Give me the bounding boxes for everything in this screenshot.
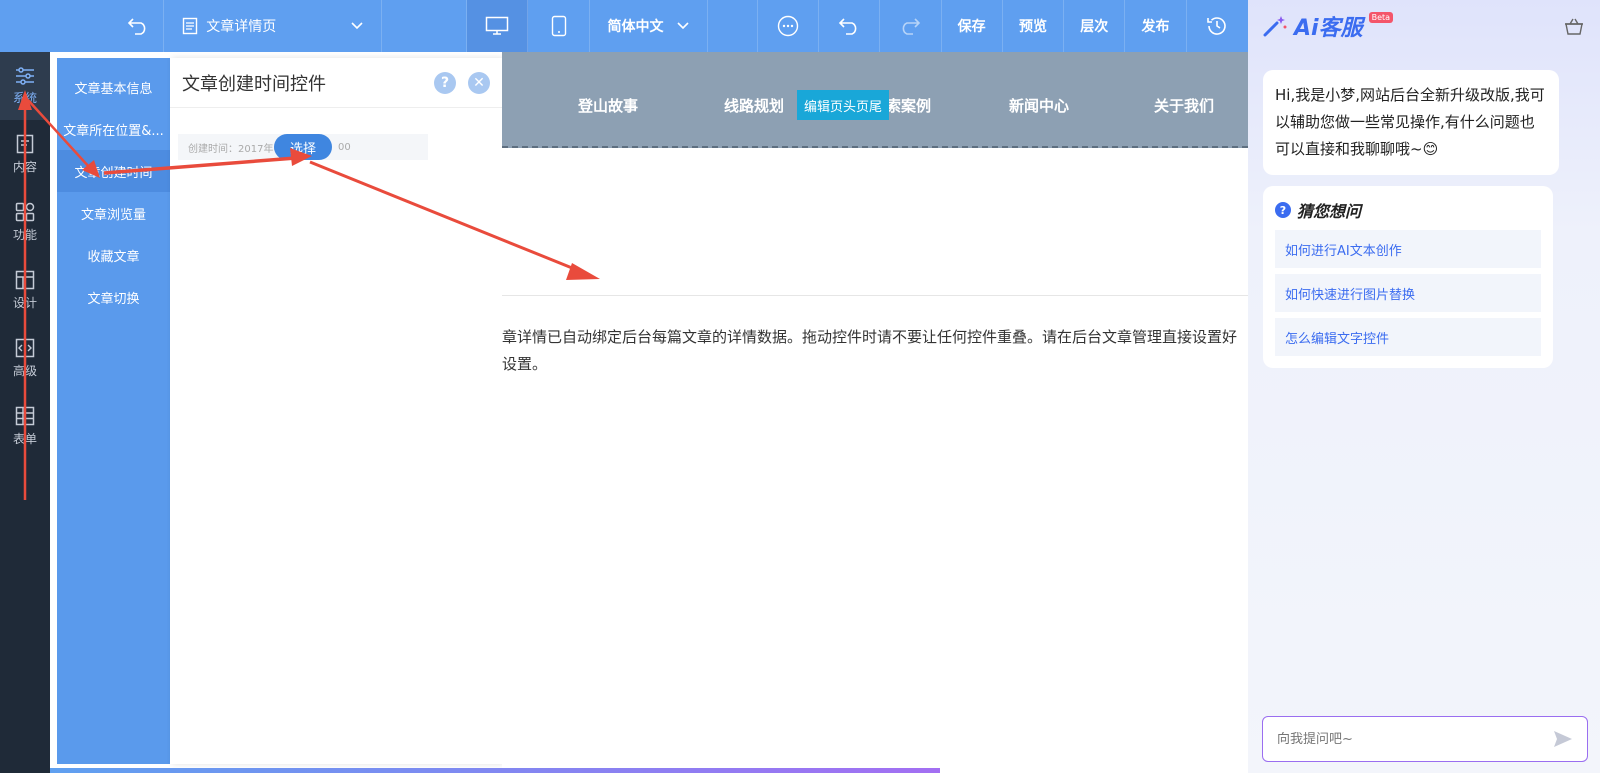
select-button[interactable]: 选择	[274, 134, 332, 160]
control-panel: 文章创建时间控件 ? ✕ 创建时间：2017年0 00 选择	[170, 58, 502, 764]
rail-item-function[interactable]: 功能	[0, 188, 50, 256]
submenu-item-views[interactable]: 文章浏览量	[57, 192, 170, 234]
submenu-item-create-time[interactable]: 文章创建时间	[57, 150, 170, 192]
nav-item[interactable]: 索案例	[886, 95, 931, 116]
chevron-down-icon	[677, 22, 690, 30]
rail-item-system[interactable]: 系统	[0, 52, 50, 120]
code-icon	[15, 338, 35, 357]
nav-item[interactable]: 登山故事	[578, 95, 638, 116]
desktop-view-button[interactable]	[467, 0, 529, 52]
rail-item-form[interactable]: 表单	[0, 392, 50, 460]
tablet-icon	[551, 15, 566, 37]
basket-icon[interactable]	[1564, 17, 1584, 35]
question-icon: ?	[1275, 202, 1291, 218]
rail-label: 系统	[12, 90, 37, 105]
form-icon	[15, 406, 35, 425]
page-icon	[183, 17, 198, 35]
redo-button[interactable]	[880, 0, 942, 52]
nav-item[interactable]: 线路规划	[724, 95, 784, 116]
page-name: 文章详情页	[206, 19, 277, 35]
more-icon	[777, 15, 799, 37]
language-label: 简体中文	[607, 19, 664, 35]
preview-button[interactable]: 预览	[1003, 0, 1065, 52]
mobile-view-button[interactable]	[528, 0, 590, 52]
document-icon	[16, 134, 34, 153]
rail-item-advanced[interactable]: 高级	[0, 324, 50, 392]
ai-assistant-panel: Ai客服 Beta Hi,我是小梦,网站后台全新升级改版,我可以辅助您做一些常见…	[1248, 0, 1600, 773]
grid-icon	[15, 202, 35, 221]
ai-question-input[interactable]	[1277, 731, 1527, 747]
submenu-item-location[interactable]: 文章所在位置&...	[57, 108, 170, 150]
toolbar-spacer	[708, 0, 758, 52]
help-icon[interactable]: ?	[434, 71, 456, 94]
site-navigation[interactable]: 登山故事 线路规划 索案例 新闻中心 关于我们 编辑页头页尾	[502, 52, 1248, 148]
ai-logo: Ai客服 Beta	[1262, 10, 1394, 42]
top-toolbar: 文章详情页 简体中文 保存 预览 层次 发布	[0, 0, 1248, 52]
rail-label: 表单	[12, 431, 37, 446]
content-divider	[502, 295, 1248, 296]
layout-icon	[15, 270, 35, 289]
field-tail: 00	[338, 141, 351, 153]
page-selector[interactable]: 文章详情页	[164, 0, 383, 52]
ai-header: Ai客服 Beta	[1248, 0, 1600, 52]
guess-title-text: 猜您想问	[1297, 202, 1362, 221]
ai-input-box[interactable]	[1262, 716, 1588, 762]
submenu-item-favorite[interactable]: 收藏文章	[57, 234, 170, 276]
ai-title: Ai客服	[1294, 16, 1363, 41]
send-icon[interactable]	[1553, 730, 1573, 748]
question-item[interactable]: 如何进行AI文本创作	[1275, 230, 1541, 268]
field-text: 创建时间：2017年0	[188, 143, 280, 155]
back-button[interactable]	[0, 0, 165, 52]
nav-item[interactable]: 新闻中心	[1009, 95, 1069, 116]
question-item[interactable]: 如何快速进行图片替换	[1275, 274, 1541, 312]
rail-item-content[interactable]: 内容	[0, 120, 50, 188]
guess-title: ? 猜您想问	[1275, 198, 1541, 222]
edit-header-footer-button[interactable]: 编辑页头页尾	[797, 90, 889, 120]
submenu-item-basic-info[interactable]: 文章基本信息	[57, 66, 170, 108]
chevron-down-icon	[351, 22, 363, 30]
undo-button[interactable]	[819, 0, 881, 52]
rail-item-design[interactable]: 设计	[0, 256, 50, 324]
undo-arrow-icon	[128, 18, 146, 35]
save-button[interactable]: 保存	[942, 0, 1003, 52]
desktop-icon	[485, 16, 509, 35]
panel-header: 文章创建时间控件 ? ✕	[170, 58, 502, 108]
binding-notice: 章详情已自动绑定后台每篇文章的详情数据。拖动控件时请不要让任何控件重叠。请在后台…	[502, 324, 1248, 378]
layers-button[interactable]: 层次	[1064, 0, 1126, 52]
question-item[interactable]: 怎么编辑文字控件	[1275, 318, 1541, 356]
suggested-questions: ? 猜您想问 如何进行AI文本创作 如何快速进行图片替换 怎么编辑文字控件	[1263, 186, 1553, 368]
magic-wand-icon	[1263, 16, 1287, 37]
nav-item[interactable]: 关于我们	[1154, 95, 1214, 116]
language-selector[interactable]: 简体中文	[590, 0, 709, 52]
sliders-icon	[16, 66, 34, 85]
notice-line: 设置。	[502, 355, 548, 373]
submenu-item-switch[interactable]: 文章切换	[57, 276, 170, 318]
toolbar-spacer	[382, 0, 468, 52]
notice-line: 章详情已自动绑定后台每篇文章的详情数据。拖动控件时请不要让任何控件重叠。请在后台…	[502, 328, 1238, 346]
rail-label: 功能	[12, 227, 37, 242]
secondary-menu: 文章基本信息 文章所在位置&... 文章创建时间 文章浏览量 收藏文章 文章切换	[57, 58, 170, 764]
history-icon	[1207, 17, 1227, 35]
rail-label: 内容	[12, 159, 37, 174]
rail-label: 高级	[12, 363, 37, 378]
rail-label: 设计	[12, 295, 37, 310]
beta-badge: Beta	[1368, 11, 1394, 23]
publish-button[interactable]: 发布	[1125, 0, 1187, 52]
history-button[interactable]	[1187, 0, 1248, 52]
undo-icon	[838, 18, 857, 35]
redo-icon	[903, 18, 921, 35]
ai-greeting-bubble: Hi,我是小梦,网站后台全新升级改版,我可以辅助您做一些常见操作,有什么问题也可…	[1263, 70, 1559, 175]
left-rail: 系统 内容 功能 设计 高级 表单	[0, 52, 50, 773]
panel-title: 文章创建时间控件	[182, 73, 326, 95]
page-canvas[interactable]: 登山故事 线路规划 索案例 新闻中心 关于我们 编辑页头页尾 章详情已自动绑定后…	[502, 52, 1248, 773]
loading-bar	[50, 768, 940, 773]
more-button[interactable]	[758, 0, 819, 52]
close-icon[interactable]: ✕	[468, 71, 490, 94]
